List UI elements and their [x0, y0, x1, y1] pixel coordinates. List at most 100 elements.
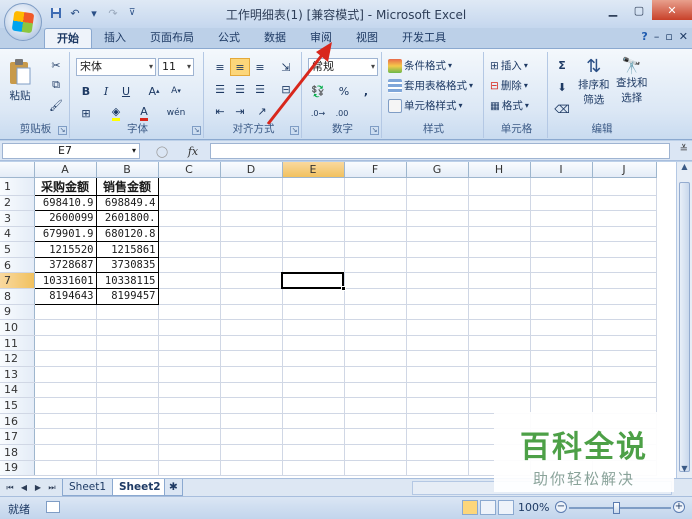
- cell[interactable]: [282, 444, 345, 461]
- cell[interactable]: [158, 272, 221, 290]
- cell[interactable]: [344, 241, 407, 258]
- cell[interactable]: [530, 177, 593, 196]
- cell[interactable]: [220, 210, 283, 227]
- row-header[interactable]: 10: [0, 319, 35, 336]
- row-header[interactable]: 14: [0, 382, 35, 399]
- formula-input[interactable]: [210, 143, 670, 159]
- vertical-scrollbar[interactable]: ▲ ▼: [676, 162, 692, 478]
- row-header[interactable]: 8: [0, 288, 35, 305]
- increase-decimal-icon[interactable]: .0→: [308, 104, 328, 122]
- cell[interactable]: [344, 195, 407, 212]
- cell[interactable]: [96, 304, 159, 321]
- cell[interactable]: [344, 304, 407, 321]
- cell[interactable]: [34, 413, 97, 430]
- data-cell[interactable]: 8194643: [33, 288, 97, 305]
- shrink-font-icon[interactable]: A ▾: [166, 82, 186, 100]
- data-cell[interactable]: 10338115: [95, 272, 159, 290]
- zoom-level[interactable]: 100%: [518, 501, 549, 514]
- cell[interactable]: [468, 397, 531, 414]
- cell[interactable]: [220, 428, 283, 445]
- cell[interactable]: [406, 272, 469, 290]
- cell[interactable]: [344, 460, 407, 477]
- row-header[interactable]: 4: [0, 226, 35, 243]
- tab-review[interactable]: 审阅: [298, 28, 344, 48]
- decrease-indent-icon[interactable]: ⇤: [210, 102, 230, 120]
- cell[interactable]: [282, 319, 345, 336]
- number-format-combo[interactable]: 常规 ▾: [308, 58, 378, 76]
- row-header[interactable]: 13: [0, 366, 35, 383]
- cell[interactable]: [282, 428, 345, 445]
- cell[interactable]: [468, 382, 531, 399]
- cell[interactable]: [96, 428, 159, 445]
- tab-insert[interactable]: 插入: [92, 28, 138, 48]
- cell[interactable]: [158, 382, 221, 399]
- row-header[interactable]: 16: [0, 413, 35, 430]
- cell[interactable]: [158, 460, 221, 477]
- cell[interactable]: [530, 288, 593, 305]
- cell[interactable]: [530, 335, 593, 352]
- cell[interactable]: [220, 413, 283, 430]
- cell[interactable]: [344, 382, 407, 399]
- phonetic-icon[interactable]: wén: [166, 104, 186, 122]
- align-bottom-icon[interactable]: ≡: [250, 58, 270, 76]
- prev-sheet-icon[interactable]: ◀: [18, 481, 30, 495]
- row-header[interactable]: 11: [0, 335, 35, 352]
- scroll-down-icon[interactable]: ▼: [677, 464, 692, 478]
- cell[interactable]: [530, 304, 593, 321]
- cell[interactable]: [344, 444, 407, 461]
- cell[interactable]: [220, 177, 283, 196]
- cell[interactable]: [220, 272, 283, 290]
- cell[interactable]: [406, 195, 469, 212]
- cell[interactable]: [406, 397, 469, 414]
- macro-record-icon[interactable]: [46, 501, 60, 513]
- cell[interactable]: [220, 241, 283, 258]
- cell-styles-button[interactable]: 单元格样式 ▾: [388, 98, 463, 113]
- format-cells-button[interactable]: ▦ 格式 ▾: [490, 98, 529, 113]
- bold-button[interactable]: B: [76, 82, 96, 100]
- cell[interactable]: [592, 304, 657, 321]
- tab-developer[interactable]: 开发工具: [390, 28, 458, 48]
- row-header[interactable]: 17: [0, 428, 35, 445]
- column-header[interactable]: J: [592, 162, 657, 178]
- data-cell[interactable]: 679901.9: [33, 225, 97, 243]
- sheet-tab-sheet1[interactable]: Sheet1: [62, 479, 114, 496]
- cell[interactable]: [530, 272, 593, 290]
- cell[interactable]: [344, 177, 407, 196]
- orientation-icon[interactable]: ↗: [252, 102, 272, 120]
- zoom-knob[interactable]: [613, 502, 620, 514]
- row-header[interactable]: 19: [0, 460, 35, 477]
- cell[interactable]: [34, 382, 97, 399]
- cell[interactable]: [282, 335, 345, 352]
- font-name-combo[interactable]: 宋体 ▾: [76, 58, 156, 76]
- page-break-view-icon[interactable]: [498, 500, 514, 515]
- cell[interactable]: [34, 444, 97, 461]
- zoom-in-icon[interactable]: +: [673, 501, 685, 513]
- merge-center-icon[interactable]: ⊟: [276, 80, 296, 98]
- cell[interactable]: [96, 413, 159, 430]
- cell[interactable]: [468, 288, 531, 305]
- column-header[interactable]: D: [220, 162, 283, 178]
- column-header[interactable]: C: [158, 162, 221, 178]
- cell[interactable]: [468, 241, 531, 258]
- cell[interactable]: [592, 272, 657, 290]
- font-color-icon[interactable]: A: [134, 104, 154, 122]
- header-cell[interactable]: 销售金额: [95, 176, 159, 196]
- row-header[interactable]: 5: [0, 241, 35, 258]
- column-header[interactable]: B: [96, 162, 159, 178]
- cell[interactable]: [158, 226, 221, 243]
- row-header[interactable]: 9: [0, 304, 35, 321]
- cell[interactable]: [592, 210, 657, 227]
- cell[interactable]: [406, 241, 469, 258]
- cell[interactable]: [282, 413, 345, 430]
- cell[interactable]: [158, 195, 221, 212]
- cell[interactable]: [344, 428, 407, 445]
- cell[interactable]: [468, 304, 531, 321]
- row-header[interactable]: 1: [0, 177, 35, 196]
- cell[interactable]: [220, 335, 283, 352]
- cell[interactable]: [34, 319, 97, 336]
- cell[interactable]: [96, 319, 159, 336]
- data-cell[interactable]: 1215861: [95, 241, 159, 258]
- align-center-icon[interactable]: ☰: [230, 80, 250, 98]
- data-cell[interactable]: 2601800.: [95, 210, 159, 227]
- cell[interactable]: [282, 257, 345, 274]
